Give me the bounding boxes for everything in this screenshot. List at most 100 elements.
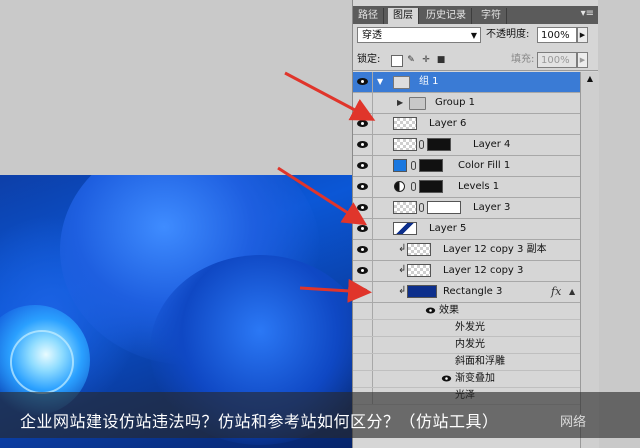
eye-icon[interactable]	[425, 307, 436, 314]
chain-icon[interactable]	[419, 140, 424, 149]
layer-row-layer-6[interactable]: Layer 6	[353, 114, 580, 135]
eye-icon	[357, 183, 368, 190]
adjustment-layer-icon	[394, 181, 405, 192]
folder-icon	[393, 76, 410, 89]
layer-row-layer-3[interactable]: Layer 3	[353, 198, 580, 219]
workspace-background	[597, 0, 640, 448]
layer-name: Layer 3	[473, 202, 511, 213]
watermark-text: 网络	[560, 415, 587, 430]
opacity-label: 不透明度:	[486, 29, 530, 40]
effects-row[interactable]: 效果	[353, 303, 580, 320]
fill-label: 填充:	[511, 54, 535, 65]
eye-icon	[357, 78, 368, 85]
scroll-up-arrow-icon[interactable]: ▲	[581, 72, 599, 86]
effect-row-bevel-emboss[interactable]: 斜面和浮雕	[353, 354, 580, 371]
tab-history[interactable]: 历史记录	[421, 8, 472, 24]
visibility-cell	[353, 371, 373, 387]
eye-icon	[357, 267, 368, 274]
move-icon[interactable]: ✛	[421, 55, 431, 65]
visibility-cell	[353, 320, 373, 336]
layer-row-layer-12-copy-3-dup[interactable]: ↲ Layer 12 copy 3 副本	[353, 240, 580, 261]
eye-icon	[357, 225, 368, 232]
eye-icon	[357, 120, 368, 127]
collapse-triangle-icon[interactable]: ▶	[397, 98, 403, 107]
clipping-arrow-icon: ↲	[398, 285, 407, 296]
fx-icon[interactable]: fx	[551, 285, 561, 298]
eye-icon	[357, 141, 368, 148]
visibility-cell	[353, 354, 373, 370]
fill-input[interactable]: 100%	[537, 52, 577, 68]
caption-title: 企业网站建设仿站违法吗？仿站和参考站如何区分？（仿站工具）	[20, 412, 499, 431]
tab-character[interactable]: 字符	[476, 8, 507, 24]
visibility-cell[interactable]	[353, 282, 373, 302]
blend-row: 穿透 ▼ 不透明度: 100% ▶	[353, 25, 598, 47]
lock-transparency-icon[interactable]	[391, 55, 403, 67]
layer-thumbnail	[393, 201, 417, 214]
layer-row-layer-4[interactable]: Layer 4	[353, 135, 580, 156]
layer-row-color-fill-1[interactable]: Color Fill 1	[353, 156, 580, 177]
artwork-orb-ring	[10, 330, 74, 394]
lock-row: 锁定: ✎ ✛ ■ 填充: 100% ▶	[353, 50, 598, 71]
clipping-arrow-icon: ↲	[398, 243, 407, 254]
layer-name: Rectangle 3	[443, 286, 503, 297]
layer-mask-thumbnail[interactable]	[427, 201, 461, 214]
layer-mask-thumbnail[interactable]	[419, 159, 443, 172]
opacity-slider-button[interactable]: ▶	[577, 27, 588, 43]
caption-bar: 企业网站建设仿站违法吗？仿站和参考站如何区分？（仿站工具）	[0, 392, 640, 438]
expand-triangle-icon[interactable]: ▼	[377, 77, 383, 86]
visibility-cell[interactable]	[353, 240, 373, 260]
visibility-cell[interactable]	[353, 261, 373, 281]
visibility-cell	[353, 303, 373, 319]
effect-row-gradient-overlay[interactable]: 渐变叠加	[353, 371, 580, 388]
layer-thumbnail	[393, 138, 417, 151]
eye-icon	[357, 162, 368, 169]
tab-paths[interactable]: 路径	[353, 8, 384, 24]
panel-menu-icon[interactable]: ▾≡	[581, 8, 594, 19]
lock-icon[interactable]: ■	[436, 55, 446, 65]
visibility-cell[interactable]	[353, 156, 373, 176]
visibility-cell[interactable]	[353, 219, 373, 239]
layer-thumbnail	[393, 117, 417, 130]
clipping-arrow-icon: ↲	[398, 264, 407, 275]
chain-icon[interactable]	[411, 182, 416, 191]
lock-label: 锁定:	[357, 54, 381, 65]
layer-row-group-1-cn[interactable]: ▼ 组 1	[353, 72, 580, 93]
eye-icon	[357, 204, 368, 211]
visibility-cell[interactable]	[353, 135, 373, 155]
fill-swatch-thumbnail	[393, 159, 407, 172]
blend-mode-select[interactable]: 穿透 ▼	[357, 27, 481, 43]
opacity-input[interactable]: 100%	[537, 27, 577, 43]
layer-row-group-1[interactable]: ▶ Group 1	[353, 93, 580, 114]
effect-row-outer-glow[interactable]: 外发光	[353, 320, 580, 337]
folder-icon	[409, 97, 426, 110]
layer-row-levels-1[interactable]: Levels 1	[353, 177, 580, 198]
visibility-cell[interactable]	[353, 93, 373, 113]
layer-row-layer-5[interactable]: Layer 5	[353, 219, 580, 240]
effect-row-inner-glow[interactable]: 内发光	[353, 337, 580, 354]
eye-icon	[357, 288, 368, 295]
layer-name: 效果	[439, 305, 459, 316]
visibility-cell[interactable]	[353, 72, 373, 92]
layer-mask-thumbnail[interactable]	[427, 138, 451, 151]
eye-icon[interactable]	[441, 375, 452, 382]
fx-expand-triangle-icon[interactable]: ▲	[569, 287, 575, 296]
tab-layers[interactable]: 图层	[388, 8, 419, 24]
layer-name: Color Fill 1	[458, 160, 511, 171]
layer-mask-thumbnail[interactable]	[419, 180, 443, 193]
layer-thumbnail	[407, 285, 437, 298]
visibility-cell[interactable]	[353, 114, 373, 134]
chain-icon[interactable]	[411, 161, 416, 170]
layer-name: 内发光	[455, 339, 485, 350]
panel-tab-bar: 路径 图层 历史记录 字符 ▾≡	[353, 6, 598, 24]
fill-slider-button[interactable]: ▶	[577, 52, 588, 68]
layer-row-layer-12-copy-3[interactable]: ↲ Layer 12 copy 3	[353, 261, 580, 282]
layer-name: Levels 1	[458, 181, 500, 192]
chain-icon[interactable]	[419, 203, 424, 212]
layer-name: 斜面和浮雕	[455, 356, 505, 367]
layer-thumbnail	[407, 264, 431, 277]
layer-name: Layer 12 copy 3 副本	[443, 244, 547, 255]
visibility-cell[interactable]	[353, 198, 373, 218]
brush-icon[interactable]: ✎	[406, 55, 416, 65]
layer-row-rectangle-3[interactable]: ↲ Rectangle 3 fx ▲	[353, 282, 580, 303]
visibility-cell[interactable]	[353, 177, 373, 197]
